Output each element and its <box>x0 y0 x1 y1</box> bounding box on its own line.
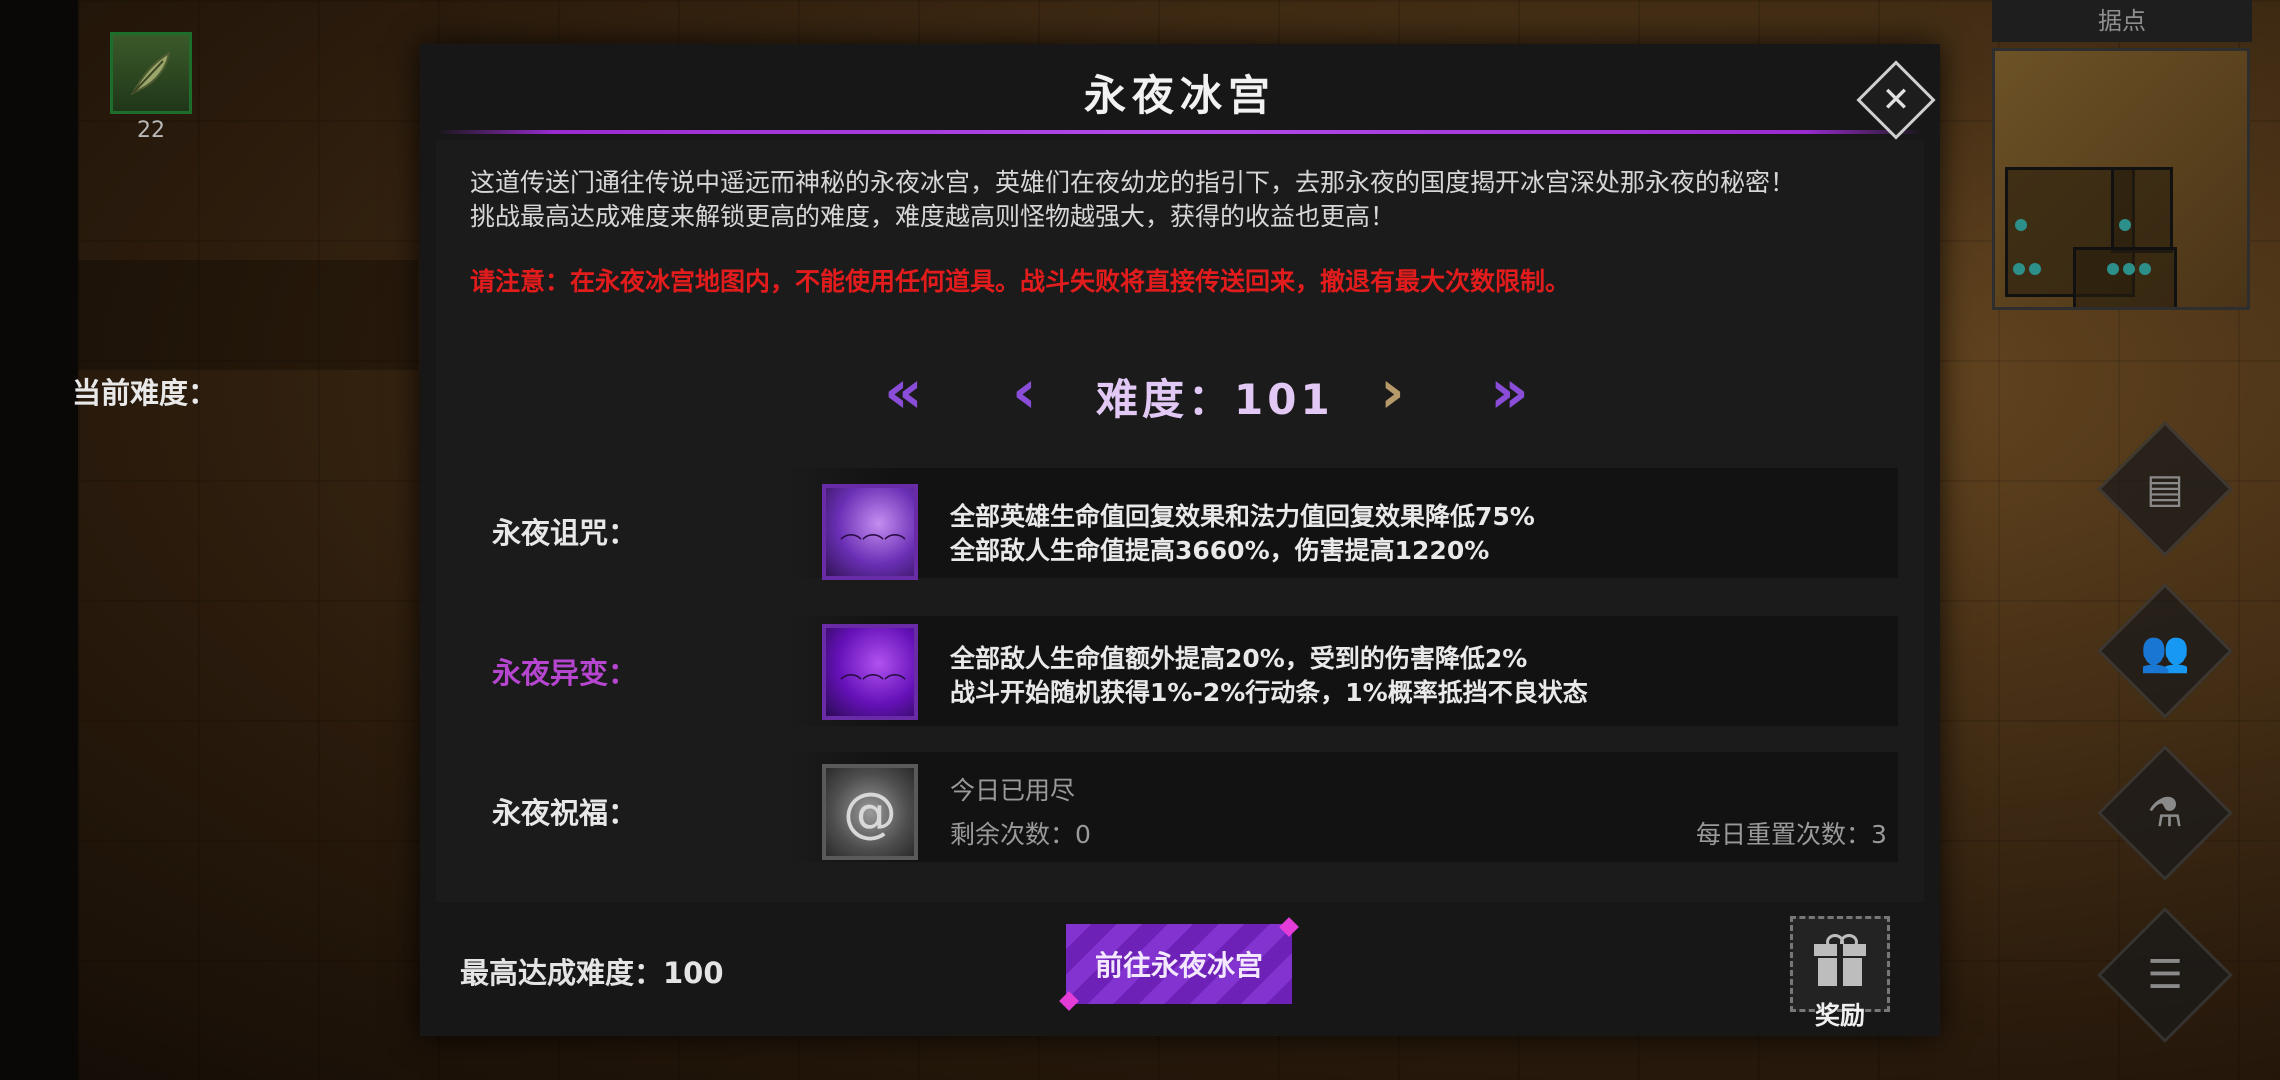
heroes-button[interactable]: 👥 <box>2097 583 2233 719</box>
mutation-icon[interactable]: ⌒⌒⌒ <box>822 624 918 720</box>
difficulty-prev-button[interactable]: ‹ <box>1012 362 1037 422</box>
blessing-remaining: 剩余次数：0 <box>950 820 1091 849</box>
curse-effect-line: 全部英雄生命值回复效果和法力值回复效果降低75% <box>950 502 1535 531</box>
blessing-status: 今日已用尽 <box>950 776 1076 805</box>
double-chevron-left-icon: « <box>884 357 923 427</box>
minimap-room <box>2111 167 2173 253</box>
warning-text: 请注意：在永夜冰宫地图内，不能使用任何道具。战斗失败将直接传送回来，撤退有最大次… <box>470 267 1571 296</box>
quest-item-slot[interactable] <box>110 32 192 114</box>
feather-icon <box>130 51 171 96</box>
curse-effects: 全部英雄生命值回复效果和法力值回复效果降低75% 全部敌人生命值提高3660%，… <box>950 500 1535 568</box>
description-line: 这道传送门通往传说中遥远而神秘的永夜冰宫，英雄们在夜幼龙的指引下，去那永夜的国度… <box>470 168 1796 197</box>
chevron-right-icon: › <box>1380 357 1405 427</box>
difficulty-value: 难度：101 <box>1096 375 1334 424</box>
enter-palace-label: 前往永夜冰宫 <box>1094 949 1263 982</box>
difficulty-first-button[interactable]: « <box>884 362 923 422</box>
curse-effect-line: 全部敌人生命值提高3660%，伤害提高1220% <box>950 536 1490 565</box>
curse-label: 永夜诅咒： <box>492 516 638 550</box>
scroll-icon: ▤ <box>2146 466 2184 512</box>
double-chevron-right-icon: » <box>1490 357 1529 427</box>
minimap[interactable] <box>1992 48 2250 310</box>
difficulty-next-button[interactable]: › <box>1380 362 1405 422</box>
minimap-marker <box>2139 263 2151 275</box>
minimap-room <box>2073 247 2177 307</box>
menu-button[interactable]: ☰ <box>2097 907 2233 1043</box>
title-divider <box>436 130 1924 134</box>
gift-icon <box>1814 934 1866 986</box>
bat-icon: ⌒⌒⌒ <box>840 674 907 699</box>
map-shadow <box>78 260 418 370</box>
enter-palace-button[interactable]: 前往永夜冰宫 <box>1059 917 1299 1011</box>
swirl-icon: @ <box>843 780 897 844</box>
description: 这道传送门通往传说中遥远而神秘的永夜冰宫，英雄们在夜幼龙的指引下，去那永夜的国度… <box>470 166 1910 234</box>
description-line: 挑战最高达成难度来解锁更高的难度，难度越高则怪物越强大，获得的收益也更高！ <box>470 202 1396 231</box>
mutation-effects: 全部敌人生命值额外提高20%，受到的伤害降低2% 战斗开始随机获得1%-2%行动… <box>950 642 1588 710</box>
left-edge <box>0 0 78 1080</box>
list-icon: ☰ <box>2147 952 2183 998</box>
minimap-marker <box>2029 263 2041 275</box>
curse-icon[interactable]: ⌒⌒⌒ <box>822 484 918 580</box>
quest-log-button[interactable]: ▤ <box>2097 421 2233 557</box>
best-difficulty: 最高达成难度：100 <box>460 956 724 990</box>
close-button[interactable]: ✕ <box>1856 60 1936 140</box>
blessing-daily-reset: 每日重置次数：3 <box>1696 820 1887 849</box>
blessing-icon[interactable]: @ <box>822 764 918 860</box>
item-count: 22 <box>137 118 165 143</box>
difficulty-last-button[interactable]: » <box>1490 362 1529 422</box>
reward-label: 奖励 <box>1814 1001 1865 1030</box>
mutation-effect-line: 战斗开始随机获得1%-2%行动条，1%概率抵挡不良状态 <box>950 678 1588 707</box>
blessing-label: 永夜祝福： <box>492 796 638 830</box>
minimap-marker <box>2107 263 2119 275</box>
minimap-marker <box>2013 263 2025 275</box>
potion-button[interactable]: ⚗ <box>2097 745 2233 881</box>
mutation-effect-line: 全部敌人生命值额外提高20%，受到的伤害降低2% <box>950 644 1528 673</box>
bat-icon: ⌒⌒⌒ <box>840 534 907 559</box>
close-icon: ✕ <box>1881 80 1911 120</box>
difficulty-label: 当前难度： <box>72 376 218 410</box>
mutation-label: 永夜异变： <box>492 656 638 690</box>
minimap-marker <box>2123 263 2135 275</box>
dialog-title: 永夜冰宫 <box>1083 71 1276 120</box>
chevron-left-icon: ‹ <box>1012 357 1037 427</box>
reward-button[interactable]: 奖励 <box>1790 916 1890 1030</box>
minimap-title: 据点 <box>1992 0 2252 42</box>
minimap-marker <box>2119 219 2131 231</box>
potion-icon: ⚗ <box>2147 790 2183 836</box>
people-icon: 👥 <box>2140 628 2190 675</box>
minimap-marker <box>2015 219 2027 231</box>
